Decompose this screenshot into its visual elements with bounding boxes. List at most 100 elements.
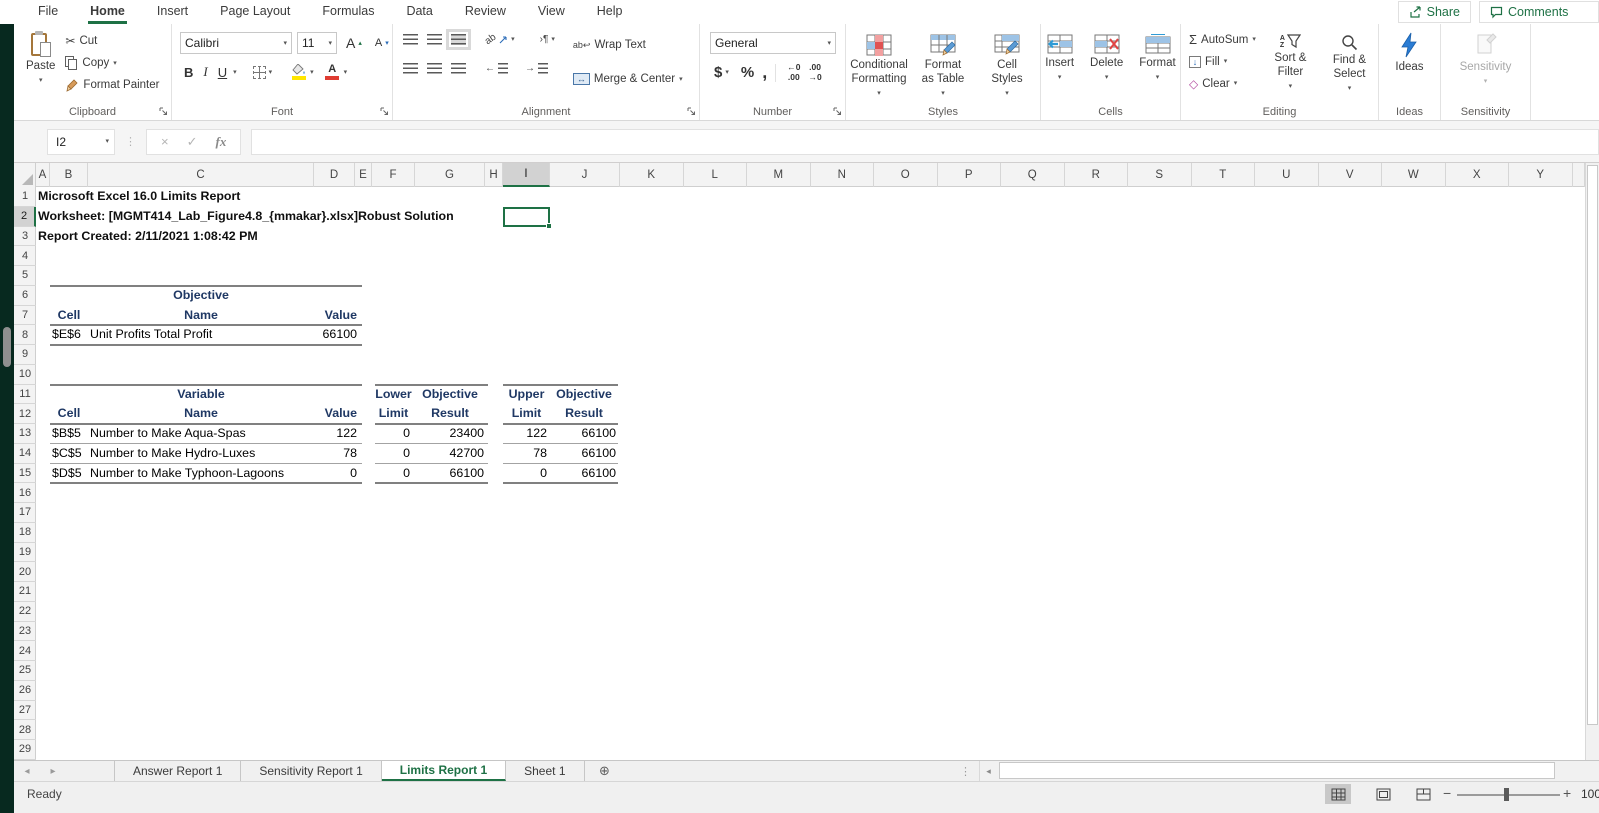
comments-button[interactable]: Comments xyxy=(1479,1,1599,23)
number-dialog-launcher[interactable] xyxy=(833,107,843,117)
find-select-button[interactable]: Find & Select ▾ xyxy=(1325,30,1374,104)
column-header-C[interactable]: C xyxy=(88,163,314,187)
paste-button[interactable]: Paste ▾ xyxy=(20,28,61,102)
menu-tab-formulas[interactable]: Formulas xyxy=(306,0,390,24)
sheet-nav-left-icon[interactable]: ◂ xyxy=(14,761,40,781)
column-header-I[interactable]: I xyxy=(503,163,550,187)
column-header-A[interactable]: A xyxy=(36,163,50,187)
zoom-in-button[interactable]: + xyxy=(1563,785,1571,801)
align-top-button[interactable] xyxy=(403,34,418,45)
menu-tab-insert[interactable]: Insert xyxy=(141,0,204,24)
column-header-K[interactable]: K xyxy=(620,163,684,187)
format-cells-button[interactable]: Format ▾ xyxy=(1133,30,1181,104)
selected-cell[interactable] xyxy=(503,206,550,227)
fill-handle[interactable] xyxy=(546,222,552,229)
column-header-D[interactable]: D xyxy=(314,163,355,187)
column-header-W[interactable]: W xyxy=(1382,163,1446,187)
underline-button[interactable]: U xyxy=(214,64,231,81)
column-header-partial[interactable] xyxy=(1573,163,1585,187)
autosum-button[interactable]: Σ AutoSum ▾ xyxy=(1189,30,1256,49)
vertical-scrollbar[interactable] xyxy=(1585,163,1599,760)
clear-button[interactable]: ◇ Clear ▾ xyxy=(1189,74,1256,93)
borders-button[interactable]: ▾ xyxy=(249,64,277,81)
percent-icon[interactable]: % xyxy=(741,64,754,81)
menu-tab-home[interactable]: Home xyxy=(74,0,141,24)
bold-button[interactable]: B xyxy=(180,64,197,81)
font-size-select[interactable]: 11 ▾ xyxy=(297,32,337,54)
merge-center-button[interactable]: ↔ Merge & Center ▾ xyxy=(569,68,687,90)
sheet-nav-right-icon[interactable]: ▸ xyxy=(40,761,66,781)
column-header-V[interactable]: V xyxy=(1319,163,1382,187)
zoom-out-button[interactable]: − xyxy=(1443,785,1451,801)
sheet-tab-sheet-1[interactable]: Sheet 1 xyxy=(506,761,585,781)
menu-tab-page-layout[interactable]: Page Layout xyxy=(204,0,306,24)
increase-decimal-button[interactable]: ←0.00 xyxy=(787,62,800,82)
accounting-format-button[interactable]: $ ▾ xyxy=(710,62,733,83)
cancel-icon[interactable]: × xyxy=(161,134,169,149)
cell-styles-button[interactable]: Cell Styles ▾ xyxy=(976,30,1038,104)
insert-function-icon[interactable]: fx xyxy=(216,134,227,150)
alignment-dialog-launcher[interactable] xyxy=(687,107,697,117)
column-header-B[interactable]: B xyxy=(50,163,88,187)
menu-tab-data[interactable]: Data xyxy=(390,0,448,24)
column-header-S[interactable]: S xyxy=(1128,163,1192,187)
font-name-select[interactable]: Calibri ▾ xyxy=(180,32,292,54)
font-dialog-launcher[interactable] xyxy=(380,107,390,117)
zoom-level[interactable]: 100% xyxy=(1581,787,1599,801)
share-button[interactable]: Share xyxy=(1397,1,1471,23)
ideas-button[interactable]: Ideas xyxy=(1389,28,1429,102)
column-header-J[interactable]: J xyxy=(550,163,620,187)
clipboard-dialog-launcher[interactable] xyxy=(159,107,169,117)
menu-tab-help[interactable]: Help xyxy=(581,0,639,24)
decrease-decimal-button[interactable]: .00 →0 xyxy=(808,62,821,82)
enter-icon[interactable]: ✓ xyxy=(187,134,198,150)
column-header-L[interactable]: L xyxy=(684,163,747,187)
column-header-Q[interactable]: Q xyxy=(1001,163,1065,187)
column-header-X[interactable]: X xyxy=(1446,163,1509,187)
column-header-G[interactable]: G xyxy=(415,163,485,187)
format-painter-button[interactable]: Format Painter xyxy=(61,74,163,96)
column-header-R[interactable]: R xyxy=(1065,163,1128,187)
column-header-N[interactable]: N xyxy=(811,163,874,187)
align-left-button[interactable] xyxy=(403,63,418,74)
fill-color-button[interactable]: ▾ xyxy=(286,62,318,82)
italic-button[interactable]: I xyxy=(199,63,211,81)
horizontal-scrollbar-track[interactable] xyxy=(997,761,1599,781)
vertical-scrollbar-thumb[interactable] xyxy=(1587,165,1598,725)
font-color-button[interactable]: A ▾ xyxy=(320,62,352,82)
number-format-select[interactable]: General ▾ xyxy=(710,32,836,54)
sheet-tab-sensitivity-report-1[interactable]: Sensitivity Report 1 xyxy=(241,761,382,781)
shrink-font-button[interactable]: A ▾ xyxy=(371,35,393,51)
scroll-left-icon[interactable]: ◂ xyxy=(980,766,997,777)
align-middle-button[interactable] xyxy=(427,34,442,45)
comma-icon[interactable]: , xyxy=(762,62,767,83)
column-header-P[interactable]: P xyxy=(938,163,1001,187)
increase-indent-button[interactable]: → xyxy=(521,61,552,76)
align-right-button[interactable] xyxy=(451,63,466,74)
column-header-T[interactable]: T xyxy=(1192,163,1255,187)
format-as-table-button[interactable]: Format as Table ▾ xyxy=(912,30,974,104)
page-break-view-button[interactable] xyxy=(1410,784,1436,804)
wrap-text-button[interactable]: ab↩ Wrap Text xyxy=(569,34,687,56)
sheet-tab-limits-report-1[interactable]: Limits Report 1 xyxy=(381,761,507,781)
column-header-H[interactable]: H xyxy=(485,163,503,187)
insert-cells-button[interactable]: Insert ▾ xyxy=(1039,30,1080,104)
column-header-M[interactable]: M xyxy=(747,163,811,187)
menu-tab-view[interactable]: View xyxy=(522,0,581,24)
horizontal-scrollbar[interactable]: ◂ xyxy=(979,761,1599,781)
page-layout-view-button[interactable] xyxy=(1370,784,1396,804)
column-header-O[interactable]: O xyxy=(874,163,938,187)
column-header-Y[interactable]: Y xyxy=(1509,163,1573,187)
sort-filter-button[interactable]: AZ Sort & Filter ▾ xyxy=(1266,30,1315,104)
copy-button[interactable]: Copy ▾ xyxy=(61,52,163,74)
column-header-E[interactable]: E xyxy=(355,163,372,187)
decrease-indent-button[interactable]: ← xyxy=(481,61,512,76)
column-header-U[interactable]: U xyxy=(1255,163,1319,187)
sheet-tab-answer-report-1[interactable]: Answer Report 1 xyxy=(114,761,242,781)
cut-button[interactable]: ✂ Cut xyxy=(61,30,163,52)
delete-cells-button[interactable]: Delete ▾ xyxy=(1084,30,1129,104)
grow-font-button[interactable]: A ▴ xyxy=(342,33,366,53)
align-bottom-button[interactable] xyxy=(446,29,471,50)
text-direction-button[interactable]: ›¶ ▾ xyxy=(536,32,559,47)
menu-tab-review[interactable]: Review xyxy=(449,0,522,24)
